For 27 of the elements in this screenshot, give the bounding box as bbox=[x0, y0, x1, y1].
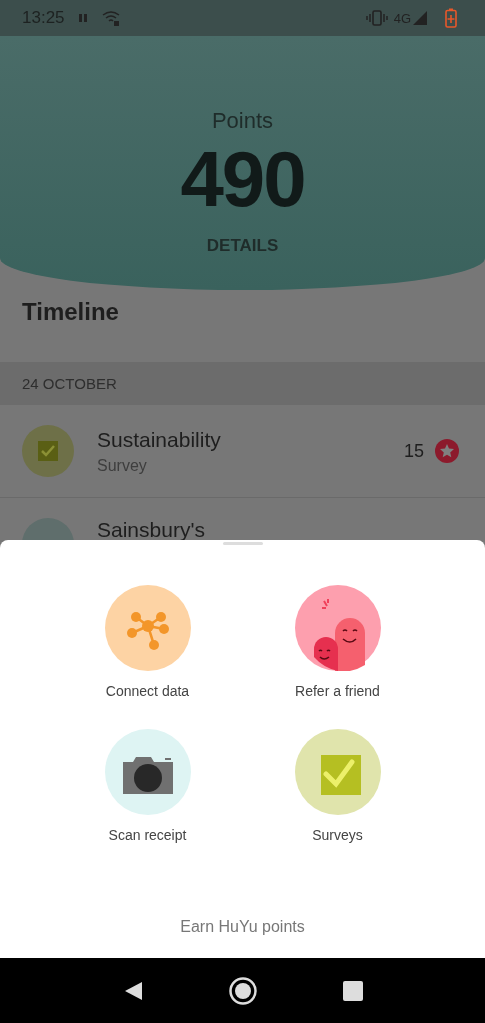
points-label: Points bbox=[211, 108, 274, 134]
date-header: 24 OCTOBER bbox=[0, 362, 485, 405]
pause-icon bbox=[76, 12, 89, 24]
points-value: 490 bbox=[180, 140, 305, 218]
camera-icon bbox=[104, 729, 191, 815]
battery-icon bbox=[445, 8, 457, 28]
drag-handle[interactable] bbox=[222, 542, 263, 545]
timeline-row[interactable]: Sustainability Survey 15 bbox=[0, 405, 485, 498]
action-button[interactable]: Connect data bbox=[52, 585, 243, 699]
recents-icon[interactable] bbox=[342, 980, 363, 1001]
sheet-footer: Earn HuYu points bbox=[180, 918, 305, 936]
action-button[interactable]: Surveys bbox=[242, 729, 433, 843]
survey-icon bbox=[22, 425, 74, 477]
checkbox-icon bbox=[294, 729, 381, 815]
row-title: Sustainability bbox=[97, 427, 222, 452]
row-subtitle: Survey bbox=[97, 456, 148, 475]
action-button[interactable]: Scan receipt bbox=[52, 729, 243, 843]
home-icon[interactable] bbox=[228, 975, 259, 1006]
vibrate-icon bbox=[365, 10, 388, 26]
row-title: Sainsbury's bbox=[97, 518, 206, 542]
wifi-icon bbox=[100, 9, 121, 27]
timeline-title: Timeline bbox=[21, 297, 120, 327]
smiling-figures-icon bbox=[294, 585, 381, 671]
points-earned: 15 bbox=[403, 440, 424, 462]
network-icon bbox=[104, 585, 191, 671]
signal-icon bbox=[413, 11, 427, 25]
action-button[interactable]: Refer a friend bbox=[242, 585, 433, 699]
